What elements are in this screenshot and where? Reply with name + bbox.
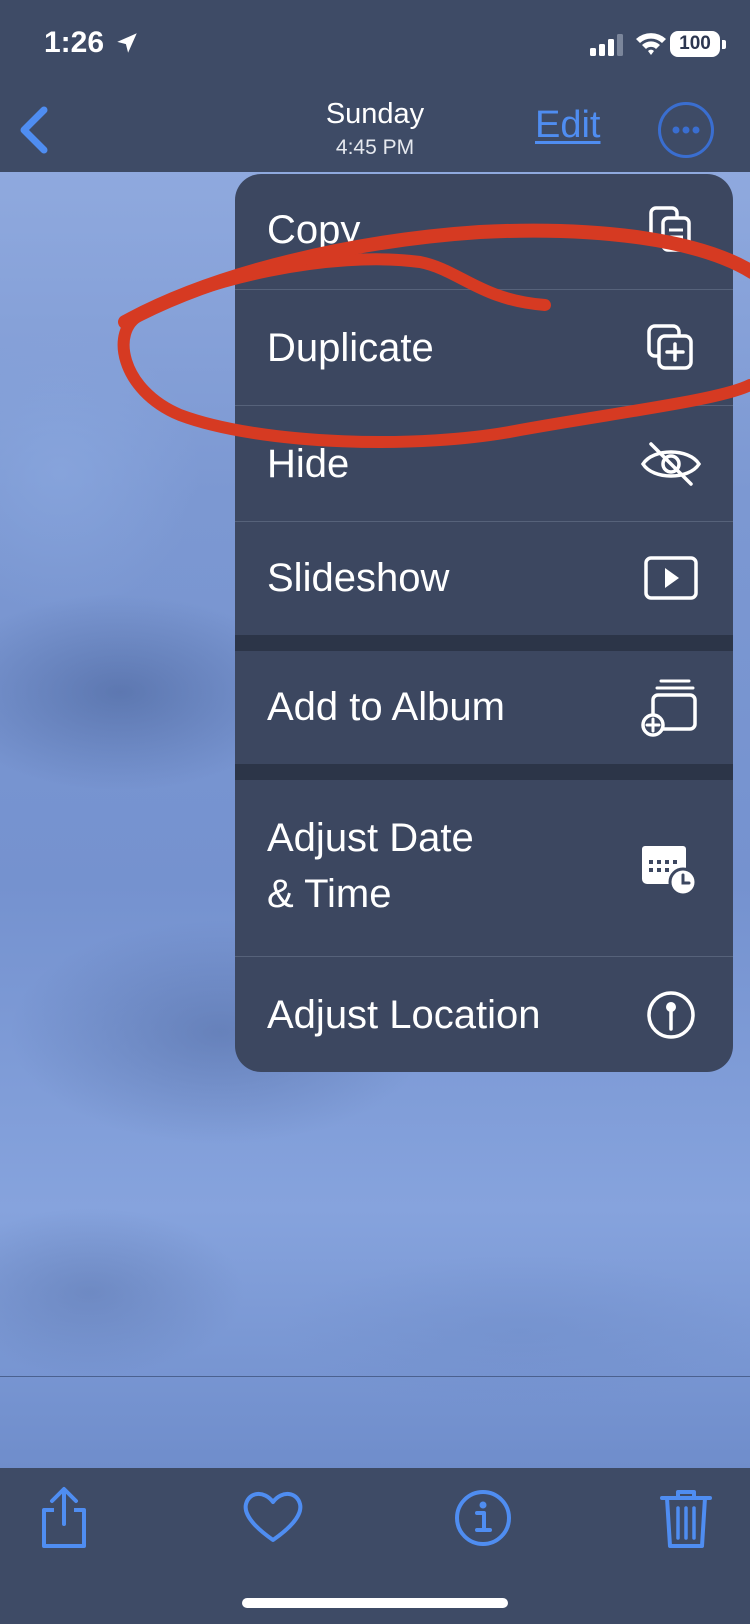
home-indicator[interactable]: [242, 1598, 508, 1608]
back-chevron-icon[interactable]: [14, 102, 54, 158]
menu-item-slideshow[interactable]: Slideshow: [235, 521, 733, 635]
menu-item-label: Add to Album: [267, 685, 505, 729]
wifi-icon: [636, 33, 666, 55]
location-pin-icon: [647, 991, 695, 1039]
menu-item-adjust-location[interactable]: Adjust Location: [235, 956, 733, 1072]
menu-section-separator: [235, 764, 733, 780]
calendar-clock-icon: [642, 846, 698, 897]
menu-item-add-to-album[interactable]: Add to Album: [235, 651, 733, 764]
menu-item-hide[interactable]: Hide: [235, 405, 733, 521]
photo-date-title: Sunday: [325, 98, 425, 130]
share-icon[interactable]: [34, 1484, 94, 1550]
battery-level: 100: [679, 33, 711, 54]
heart-icon[interactable]: [240, 1484, 306, 1550]
menu-item-label: Hide: [267, 442, 350, 486]
ellipsis-icon: [672, 126, 700, 134]
menu-section-separator: [235, 635, 733, 651]
cellular-signal-icon: [590, 34, 623, 56]
trash-icon[interactable]: [656, 1484, 716, 1550]
menu-item-duplicate[interactable]: Duplicate: [235, 289, 733, 405]
eye-slash-icon: [640, 442, 702, 486]
more-options-button[interactable]: [658, 102, 714, 158]
menu-item-copy[interactable]: Copy: [235, 174, 733, 289]
info-icon[interactable]: [452, 1484, 514, 1550]
photo-time-subtitle: 4:45 PM: [335, 136, 415, 159]
menu-item-label: Slideshow: [267, 556, 450, 600]
battery-nub: [722, 40, 726, 49]
menu-item-label: Adjust Location: [267, 993, 541, 1037]
context-menu: Copy Duplicate Hide Slideshow Add to Alb…: [235, 174, 733, 1072]
menu-item-label: Duplicate: [267, 326, 434, 370]
copy-icon: [649, 206, 691, 252]
photo-edge: [0, 1376, 750, 1377]
nav-bar: Sunday 4:45 PM Edit: [0, 90, 750, 172]
add-to-album-icon: [641, 679, 697, 737]
battery-indicator: 100: [670, 31, 720, 57]
menu-item-label-line1: Adjust Date: [267, 816, 474, 860]
status-time: 1:26: [44, 26, 105, 59]
menu-item-label-line2: & Time: [267, 872, 392, 916]
menu-item-label: Copy: [267, 208, 361, 252]
edit-button[interactable]: Edit: [535, 104, 600, 147]
duplicate-icon: [647, 324, 693, 370]
location-arrow-icon: [117, 33, 137, 53]
play-rectangle-icon: [644, 556, 698, 600]
menu-item-adjust-date-time[interactable]: Adjust Date & Time: [235, 780, 733, 956]
status-bar: 1:26 100: [0, 0, 750, 90]
